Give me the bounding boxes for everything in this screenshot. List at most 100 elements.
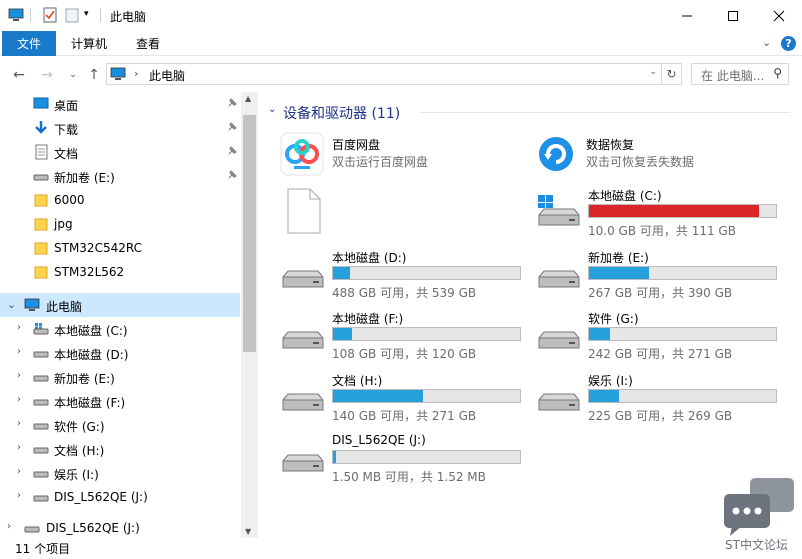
search-input[interactable]: 在 此电脑... ⚲ <box>691 63 789 85</box>
nav-item-desktop[interactable]: 桌面 <box>0 92 240 116</box>
chevron-right-icon[interactable]: › <box>17 370 21 381</box>
nav-item-external-j[interactable]: › DIS_L562QE (J:) <box>0 516 240 538</box>
chevron-right-icon[interactable]: › <box>17 418 21 429</box>
drive-icon <box>24 520 40 536</box>
desktop-icon <box>33 96 49 112</box>
chevron-right-icon[interactable]: › <box>17 490 21 501</box>
maximize-button[interactable] <box>710 0 756 31</box>
chevron-down-icon[interactable]: ⌄ <box>7 298 16 311</box>
nav-item-folder-stm32c542rc[interactable]: STM32C542RC <box>0 236 240 260</box>
nav-item-drive-h[interactable]: › 文档 (H:) <box>0 437 240 461</box>
section-title[interactable]: 设备和驱动器 (11) <box>283 103 400 123</box>
nav-item-drive-c[interactable]: › 本地磁盘 (C:) <box>0 317 240 341</box>
drive-icon <box>33 441 49 457</box>
chevron-right-icon[interactable]: › <box>17 394 21 405</box>
drive-name: 软件 (G:) <box>588 312 639 326</box>
nav-item-drive-d[interactable]: › 本地磁盘 (D:) <box>0 341 240 365</box>
drive-tile-d[interactable]: 本地磁盘 (D:) 488 GB 可用，共 539 GB <box>280 249 530 304</box>
nav-item-drive-j[interactable]: › DIS_L562QE (J:) <box>0 485 240 509</box>
chevron-right-icon[interactable]: › <box>7 521 11 532</box>
drive-tile-c[interactable]: 本地磁盘 (C:) 10.0 GB 可用，共 111 GB <box>536 187 786 242</box>
breadcrumb-separator-icon: › <box>134 67 139 80</box>
properties-icon[interactable] <box>42 7 58 23</box>
chevron-right-icon[interactable]: › <box>17 466 21 477</box>
close-button[interactable] <box>756 0 802 31</box>
drive-free-space: 1.50 MB 可用，共 1.52 MB <box>332 470 486 484</box>
drive-usage-bar <box>332 266 521 280</box>
recent-locations-icon[interactable]: ⌄ <box>64 66 82 84</box>
new-folder-icon[interactable] <box>64 7 80 23</box>
pin-icon <box>226 169 238 181</box>
back-button[interactable]: ← <box>10 66 28 84</box>
drive-tile-e[interactable]: 新加卷 (E:) 267 GB 可用，共 390 GB <box>536 249 786 304</box>
windows-drive-icon <box>33 321 49 337</box>
nav-item-drive-e[interactable]: 新加卷 (E:) <box>0 164 240 188</box>
nav-item-drive-i[interactable]: › 娱乐 (I:) <box>0 461 240 485</box>
drive-free-space: 140 GB 可用，共 271 GB <box>332 409 477 423</box>
drive-usage-bar <box>588 389 777 403</box>
navigation-pane: 桌面 下载 文档 新加卷 (E:) 6000 jpg STM32C542RC S… <box>0 92 258 538</box>
search-icon: ⚲ <box>773 66 782 80</box>
app-data-recovery[interactable]: 数据恢复 双击可恢复丢失数据 <box>536 132 786 176</box>
app-baidu-netdisk[interactable]: 百度网盘 双击运行百度网盘 <box>280 132 520 176</box>
pin-icon <box>226 121 238 133</box>
chevron-right-icon[interactable]: › <box>17 346 21 357</box>
download-icon <box>33 120 49 136</box>
nav-item-documents[interactable]: 文档 <box>0 140 240 164</box>
drive-usage-fill <box>589 205 759 217</box>
nav-item-downloads[interactable]: 下载 <box>0 116 240 140</box>
customize-toolbar-icon[interactable]: ▾ <box>84 9 100 25</box>
nav-item-this-pc[interactable]: ⌄ 此电脑 <box>0 293 240 317</box>
drive-free-space: 10.0 GB 可用，共 111 GB <box>588 224 736 238</box>
drive-usage-fill <box>589 328 610 340</box>
tab-computer[interactable]: 计算机 <box>71 31 107 56</box>
drive-usage-fill <box>333 390 423 402</box>
nav-item-folder-jpg[interactable]: jpg <box>0 212 240 236</box>
drive-tile-f[interactable]: 本地磁盘 (F:) 108 GB 可用，共 120 GB <box>280 310 530 365</box>
tab-view[interactable]: 查看 <box>136 31 160 56</box>
drive-tile-h[interactable]: 文档 (H:) 140 GB 可用，共 271 GB <box>280 372 530 427</box>
drive-usage-fill <box>333 328 352 340</box>
nav-item-drive-e2[interactable]: › 新加卷 (E:) <box>0 365 240 389</box>
drive-tile-i[interactable]: 娱乐 (I:) 225 GB 可用，共 269 GB <box>536 372 786 427</box>
scroll-down-icon[interactable]: ▼ <box>245 527 251 536</box>
drive-free-space: 242 GB 可用，共 271 GB <box>588 347 733 361</box>
drive-icon <box>280 441 326 480</box>
nav-item-folder-stm32l562[interactable]: STM32L562 <box>0 260 240 284</box>
folder-icon <box>33 264 49 280</box>
nav-scroll-thumb[interactable] <box>243 115 256 352</box>
drive-usage-bar <box>588 204 777 218</box>
drive-tile-g[interactable]: 软件 (G:) 242 GB 可用，共 271 GB <box>536 310 786 365</box>
help-icon[interactable]: ? <box>781 36 796 51</box>
breadcrumb[interactable]: 此电脑 <box>149 67 185 84</box>
nav-item-folder-6000[interactable]: 6000 <box>0 188 240 212</box>
data-recovery-icon <box>536 134 576 177</box>
forward-button[interactable]: → <box>38 66 56 84</box>
chevron-down-icon[interactable]: ⌄ <box>268 104 276 115</box>
drive-icon <box>280 257 326 296</box>
drive-tile-j[interactable]: DIS_L562QE (J:) 1.50 MB 可用，共 1.52 MB <box>280 433 530 488</box>
baidu-netdisk-icon <box>280 132 324 179</box>
nav-item-drive-g[interactable]: › 软件 (G:) <box>0 413 240 437</box>
up-button[interactable]: ↑ <box>85 66 103 84</box>
drive-icon <box>536 318 582 357</box>
nav-item-drive-f[interactable]: › 本地磁盘 (F:) <box>0 389 240 413</box>
drive-usage-fill <box>589 267 649 279</box>
drive-name: DIS_L562QE (J:) <box>332 433 426 447</box>
drive-free-space: 108 GB 可用，共 120 GB <box>332 347 477 361</box>
drive-icon <box>33 345 49 361</box>
drive-free-space: 225 GB 可用，共 269 GB <box>588 409 733 423</box>
minimize-button[interactable] <box>664 0 710 31</box>
chevron-right-icon[interactable]: › <box>17 322 21 333</box>
pin-icon <box>226 97 238 109</box>
address-bar[interactable]: › 此电脑 ⌄ <box>106 63 662 85</box>
tab-file[interactable]: 文件 <box>2 31 56 56</box>
refresh-button[interactable]: ↻ <box>662 63 682 85</box>
item-count: 11 个项目 <box>15 542 71 556</box>
unknown-file[interactable] <box>286 187 322 235</box>
drive-icon <box>536 257 582 296</box>
scroll-up-icon[interactable]: ▲ <box>245 94 251 103</box>
chevron-right-icon[interactable]: › <box>17 442 21 453</box>
expand-ribbon-icon[interactable]: ⌄ <box>762 36 771 49</box>
address-dropdown-icon[interactable]: ⌄ <box>649 67 657 77</box>
